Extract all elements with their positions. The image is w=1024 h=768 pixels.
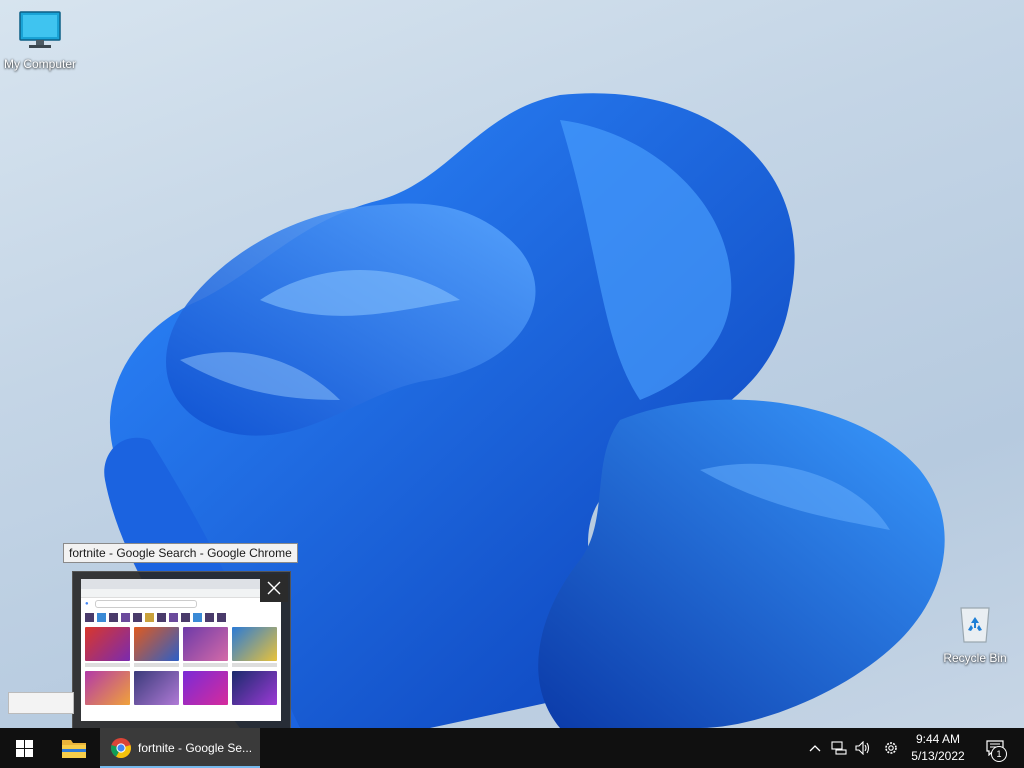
desktop-icon-my-computer[interactable]: My Computer	[0, 10, 80, 71]
desktop-icon-label: My Computer	[3, 57, 77, 71]
taskbar: fortnite - Google Se... 9:44 AM 5/13/202…	[0, 728, 1024, 768]
desktop-icon-recycle-bin[interactable]: Recycle Bin	[935, 604, 1015, 665]
taskbar-window-tooltip: fortnite - Google Search - Google Chrome	[63, 543, 298, 563]
close-preview-button[interactable]	[260, 574, 288, 602]
settings-icon	[885, 742, 897, 754]
network-button[interactable]	[828, 728, 850, 768]
network-icon	[831, 741, 847, 755]
volume-icon	[855, 741, 870, 755]
windows-logo-icon	[15, 739, 33, 757]
desktop-icon-label: Recycle Bin	[943, 651, 1007, 665]
action-center-button[interactable]: 1	[978, 728, 1012, 768]
close-icon	[267, 581, 281, 595]
thumbnail-address-bar	[81, 589, 281, 598]
thumbnail-search-box	[94, 600, 197, 608]
window-thumbnail-preview[interactable]: ●	[72, 571, 291, 730]
notification-count-badge: 1	[991, 746, 1007, 762]
thumbnail-image-results	[81, 625, 281, 707]
clock-time: 9:44 AM	[915, 732, 961, 746]
monitor-icon	[0, 10, 80, 53]
thumbnail-filter-chips	[81, 610, 281, 625]
search-box-fragment[interactable]	[8, 692, 74, 714]
folder-icon	[62, 740, 86, 758]
volume-button[interactable]	[852, 728, 874, 768]
thumbnail-search-header: ●	[81, 598, 281, 610]
taskbar-clock[interactable]: 9:44 AM 5/13/2022	[904, 731, 972, 765]
file-explorer-button[interactable]	[50, 728, 98, 768]
taskbar-chrome-window[interactable]: fortnite - Google Se...	[100, 728, 260, 768]
thumbnail-google-logo: ●	[85, 601, 89, 607]
chrome-window-thumbnail[interactable]: ●	[81, 579, 281, 721]
recycle-bin-icon	[935, 604, 1015, 647]
show-hidden-icons-button[interactable]	[804, 728, 826, 768]
chrome-icon	[111, 738, 131, 759]
clock-date: 5/13/2022	[911, 749, 965, 763]
start-button[interactable]	[0, 728, 48, 768]
taskbar-window-label: fortnite - Google Se...	[138, 741, 253, 755]
settings-button[interactable]	[878, 728, 904, 768]
chevron-up-icon	[809, 745, 821, 752]
thumbnail-tab-strip	[81, 579, 281, 589]
